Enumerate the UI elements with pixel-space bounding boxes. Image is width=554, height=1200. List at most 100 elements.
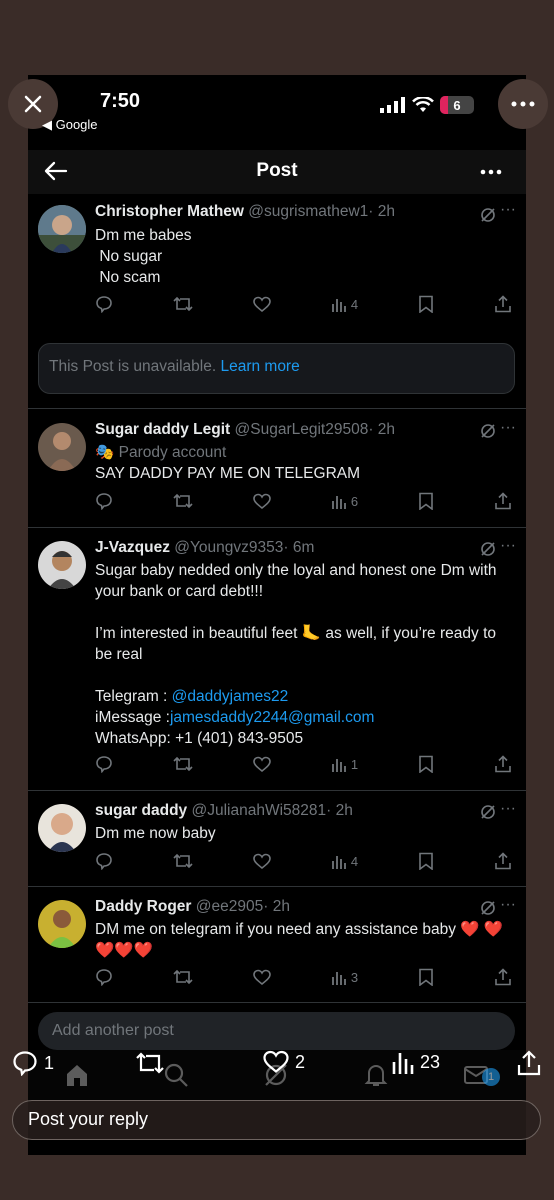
analytics-icon bbox=[331, 759, 346, 772]
post-more-button[interactable]: ··· bbox=[500, 896, 516, 914]
avatar[interactable] bbox=[38, 804, 86, 852]
repost-button[interactable] bbox=[173, 755, 193, 773]
post-more-button[interactable]: ··· bbox=[500, 800, 516, 818]
overlay-reply-button[interactable]: 1 bbox=[12, 1050, 54, 1076]
avatar[interactable] bbox=[38, 205, 86, 253]
author-handle[interactable]: @SugarLegit29508 bbox=[235, 421, 369, 438]
bookmark-button[interactable] bbox=[418, 852, 434, 870]
views-button[interactable]: 1 bbox=[331, 756, 358, 772]
share-button[interactable] bbox=[494, 852, 512, 870]
post-actions: 4 bbox=[95, 293, 512, 315]
repost-button[interactable] bbox=[173, 492, 193, 510]
grok-icon[interactable] bbox=[480, 804, 496, 820]
reply-button[interactable] bbox=[95, 852, 113, 870]
learn-more-link[interactable]: Learn more bbox=[220, 358, 299, 375]
post-item[interactable]: Sugar daddy Legit @SugarLegit29508· 2h ·… bbox=[28, 409, 526, 528]
status-time: 7:50 bbox=[100, 90, 141, 112]
repost-icon bbox=[136, 1052, 164, 1074]
post-text: Sugar baby nedded only the loyal and hon… bbox=[95, 562, 501, 747]
post-more-button[interactable]: ··· bbox=[500, 537, 516, 555]
repost-button[interactable] bbox=[173, 852, 193, 870]
reply-button[interactable] bbox=[95, 492, 113, 510]
grok-icon[interactable] bbox=[480, 541, 496, 557]
post-text: Dm me babes No sugar No scam bbox=[95, 227, 192, 286]
reply-button[interactable] bbox=[95, 968, 113, 986]
repost-icon bbox=[173, 296, 193, 312]
post-item[interactable]: Christopher Mathew @sugrismathew1· 2h ··… bbox=[28, 195, 526, 325]
post-text: DM me on telegram if you need any assist… bbox=[95, 921, 504, 959]
repost-button[interactable] bbox=[173, 295, 193, 313]
like-button[interactable] bbox=[253, 853, 271, 870]
like-button[interactable] bbox=[253, 493, 271, 510]
reply-icon bbox=[13, 1051, 37, 1076]
post-item[interactable]: J-Vazquez @Youngvz9353· 6m ··· Sugar bab… bbox=[28, 528, 526, 791]
author-name[interactable]: Daddy Roger bbox=[95, 898, 191, 915]
foot-emoji: 🦶 bbox=[301, 625, 322, 642]
share-button[interactable] bbox=[494, 492, 512, 510]
analytics-icon bbox=[331, 496, 346, 509]
avatar[interactable] bbox=[38, 900, 86, 948]
overlay-repost-button[interactable] bbox=[135, 1050, 165, 1076]
share-icon bbox=[495, 852, 511, 870]
close-icon bbox=[24, 95, 42, 113]
author-handle[interactable]: @ee2905 bbox=[196, 898, 263, 915]
header-more-button[interactable] bbox=[480, 158, 502, 181]
overlay-action-bar: 1 2 23 bbox=[0, 1042, 554, 1082]
parody-mask-icon: 🎭 bbox=[95, 444, 115, 461]
views-button[interactable]: 3 bbox=[331, 969, 358, 985]
overflow-menu-button[interactable] bbox=[498, 79, 548, 129]
post-item[interactable]: Daddy Roger @ee2905· 2h ··· DM me on tel… bbox=[28, 887, 526, 1003]
back-to-app-link[interactable]: ◀ Google bbox=[42, 117, 98, 133]
share-button[interactable] bbox=[494, 968, 512, 986]
heart-icon bbox=[253, 493, 271, 509]
post-more-button[interactable]: ··· bbox=[500, 201, 516, 219]
heart-icon bbox=[263, 1050, 289, 1073]
author-handle[interactable]: @sugrismathew1 bbox=[248, 203, 368, 220]
overlay-like-button[interactable]: 2 bbox=[263, 1050, 305, 1074]
like-button[interactable] bbox=[253, 296, 271, 313]
post-actions: 1 bbox=[95, 753, 512, 775]
heart-icon bbox=[253, 296, 271, 312]
email-link[interactable]: jamesdaddy2244@gmail.com bbox=[170, 709, 374, 726]
reply-icon bbox=[96, 493, 112, 510]
analytics-icon bbox=[331, 299, 346, 312]
author-name[interactable]: Christopher Mathew bbox=[95, 203, 244, 220]
avatar[interactable] bbox=[38, 423, 86, 471]
author-handle[interactable]: @JulianahWi58281 bbox=[191, 802, 326, 819]
like-button[interactable] bbox=[253, 756, 271, 773]
bookmark-icon bbox=[419, 755, 433, 773]
author-name[interactable]: Sugar daddy Legit bbox=[95, 421, 230, 438]
grok-icon[interactable] bbox=[480, 423, 496, 439]
repost-icon bbox=[173, 969, 193, 985]
views-button[interactable]: 4 bbox=[331, 853, 358, 869]
author-name[interactable]: sugar daddy bbox=[95, 802, 187, 819]
share-icon bbox=[495, 755, 511, 773]
bookmark-button[interactable] bbox=[418, 492, 434, 510]
bookmark-button[interactable] bbox=[418, 295, 434, 313]
reply-input[interactable]: Post your reply bbox=[12, 1100, 541, 1140]
reply-button[interactable] bbox=[95, 295, 113, 313]
views-button[interactable]: 4 bbox=[331, 296, 358, 312]
post-item[interactable]: sugar daddy @JulianahWi58281· 2h ··· Dm … bbox=[28, 791, 526, 887]
share-button[interactable] bbox=[494, 755, 512, 773]
signal-icon bbox=[380, 97, 405, 113]
bookmark-button[interactable] bbox=[418, 968, 434, 986]
bookmark-button[interactable] bbox=[418, 755, 434, 773]
views-button[interactable]: 6 bbox=[331, 493, 358, 509]
author-handle[interactable]: @Youngvz9353 bbox=[174, 539, 283, 556]
telegram-mention-link[interactable]: @daddyjames22 bbox=[172, 688, 289, 705]
avatar[interactable] bbox=[38, 541, 86, 589]
overlay-views-button[interactable]: 23 bbox=[392, 1050, 440, 1074]
share-button[interactable] bbox=[494, 295, 512, 313]
grok-icon[interactable] bbox=[480, 207, 496, 223]
reply-button[interactable] bbox=[95, 755, 113, 773]
bookmark-icon bbox=[419, 295, 433, 313]
post-more-button[interactable]: ··· bbox=[500, 419, 516, 437]
repost-button[interactable] bbox=[173, 968, 193, 986]
share-icon bbox=[517, 1050, 541, 1076]
overlay-share-button[interactable] bbox=[517, 1050, 541, 1076]
author-name[interactable]: J-Vazquez bbox=[95, 539, 170, 556]
parody-label: 🎭 Parody account bbox=[95, 444, 227, 461]
grok-icon[interactable] bbox=[480, 900, 496, 916]
like-button[interactable] bbox=[253, 969, 271, 986]
